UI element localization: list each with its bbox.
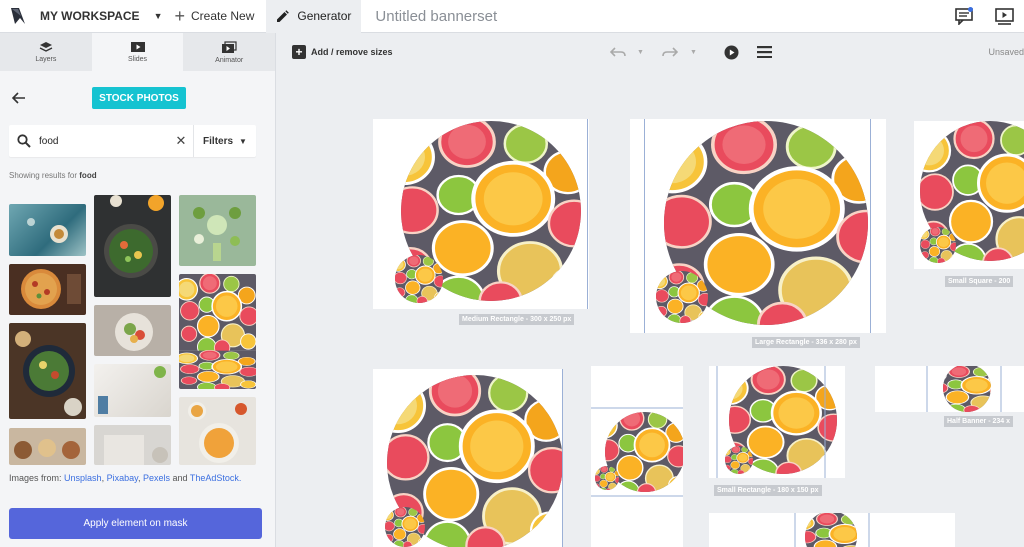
banner-leaderboard[interactable] [709, 513, 955, 547]
generator-label: Generator [297, 9, 352, 23]
logo-icon [11, 8, 25, 24]
banner-small-square[interactable] [914, 121, 1024, 269]
workspace-label: MY WORKSPACE [40, 9, 140, 23]
search-input[interactable]: food [39, 136, 169, 147]
redo-button[interactable] [662, 33, 678, 71]
add-box-icon: + [292, 45, 306, 59]
app-logo[interactable] [0, 0, 36, 33]
layers-icon [39, 42, 53, 52]
guide-line [644, 119, 645, 333]
menu-button[interactable] [757, 33, 772, 71]
results-term: food [79, 171, 97, 180]
banner-vertical[interactable] [591, 366, 683, 547]
banner-size-label: Half Banner - 234 x [944, 416, 1014, 427]
back-arrow-icon[interactable] [11, 91, 26, 109]
workspace-dropdown[interactable]: MY WORKSPACE ▼ [36, 0, 170, 33]
credits-prefix: Images from: [9, 473, 62, 483]
banner-medium-rectangle[interactable] [373, 119, 589, 309]
add-remove-sizes-button[interactable]: + Add / remove sizes [292, 45, 393, 59]
stock-photo-thumb[interactable] [179, 397, 256, 465]
stock-photo-thumb[interactable] [94, 305, 171, 356]
stock-header: STOCK PHOTOS [0, 71, 275, 121]
filters-label: Filters [203, 135, 234, 147]
canvas-toolbar: + Add / remove sizes ▼ ▼ Unsaved [276, 33, 1024, 71]
banner-canvas: Medium Rectangle - 300 x 250 px Large Re… [276, 71, 1024, 547]
results-prefix: Showing results for [9, 171, 78, 180]
banner-size-label: Small Rectangle - 180 x 150 px [714, 485, 822, 496]
search-icon [9, 134, 39, 148]
create-new-button[interactable]: + Create New [170, 0, 266, 33]
stock-photo-thumb[interactable] [94, 425, 171, 465]
filters-dropdown[interactable]: Filters ▼ [194, 136, 256, 147]
caret-down-icon: ▼ [239, 136, 247, 146]
tab-layers-label: Layers [35, 56, 57, 63]
undo-history-caret-icon[interactable]: ▼ [637, 33, 644, 71]
add-sizes-label: Add / remove sizes [311, 47, 393, 57]
caret-down-icon: ▼ [153, 11, 163, 21]
redo-icon [662, 47, 678, 57]
banner-large-rectangle[interactable] [630, 119, 886, 333]
slides-icon [130, 42, 145, 52]
stock-photo-thumb[interactable] [9, 204, 86, 256]
unsplash-link[interactable]: Unsplash [64, 473, 102, 483]
apply-element-on-mask-button[interactable]: Apply element on mask [9, 508, 262, 539]
tab-animator[interactable]: Animator [183, 33, 275, 71]
bannerset-title[interactable]: Untitled bannerset [375, 8, 497, 25]
play-icon [724, 45, 739, 59]
stock-photo-thumb[interactable] [94, 195, 171, 297]
results-caption: Showing results for food [9, 171, 97, 180]
tab-slides-label: Slides [127, 56, 148, 63]
undo-icon [610, 47, 626, 57]
create-new-label: Create New [191, 9, 255, 23]
pixabay-link[interactable]: Pixabay [107, 473, 138, 483]
banner-size-label: Large Rectangle - 336 x 280 px [752, 337, 860, 348]
preview-button[interactable] [984, 0, 1024, 33]
banner-half-banner[interactable] [875, 366, 1024, 412]
stock-photo-thumb[interactable] [9, 323, 86, 419]
guide-line [870, 119, 871, 333]
tab-layers[interactable]: Layers [0, 33, 92, 71]
stock-photo-thumb[interactable] [179, 195, 256, 266]
tab-animator-label: Animator [215, 56, 244, 64]
pexels-link[interactable]: Pexels [143, 473, 170, 483]
plus-icon: + [174, 6, 185, 26]
banner-size-label: Medium Rectangle - 300 x 250 px [459, 314, 575, 325]
stock-photo-thumb[interactable] [179, 274, 256, 389]
stock-photo-thumb[interactable] [9, 428, 86, 465]
redo-history-caret-icon[interactable]: ▼ [690, 33, 697, 71]
image-credits: Images from: Unsplash, Pixabay, Pexels a… [9, 473, 242, 483]
comments-button[interactable] [944, 0, 984, 33]
clear-search-icon[interactable]: ✕ [169, 133, 193, 149]
top-right-actions [944, 0, 1024, 33]
notification-dot [968, 7, 973, 12]
guide-line [587, 119, 588, 309]
top-bar: MY WORKSPACE ▼ + Create New Generator Un… [0, 0, 1024, 33]
banner-size-label: Small Square - 200 [945, 276, 1014, 287]
hamburger-menu-icon [757, 46, 772, 58]
search-bar: food ✕ Filters ▼ [9, 125, 256, 157]
play-button[interactable] [724, 33, 739, 71]
panel-tabs: Layers Slides Animator [0, 33, 275, 71]
banner-small-rectangle[interactable] [709, 366, 845, 478]
banner-large-square[interactable] [373, 369, 563, 547]
undo-button[interactable] [610, 33, 626, 71]
tab-slides[interactable]: Slides [91, 33, 184, 71]
stock-photo-thumb[interactable] [94, 364, 171, 417]
animator-icon [222, 40, 237, 53]
credits-and: and [172, 473, 188, 483]
theadstock-link[interactable]: TheAdStock. [190, 473, 242, 483]
preview-icon [994, 8, 1014, 25]
stock-photo-thumb[interactable] [9, 264, 86, 315]
stock-photos-button[interactable]: STOCK PHOTOS [92, 87, 186, 109]
pencil-icon [277, 9, 290, 22]
guide-line [562, 369, 563, 547]
left-panel: Layers Slides Animator STOCK PHOTOS food… [0, 33, 276, 547]
save-status: Unsaved [988, 47, 1024, 57]
generator-tab[interactable]: Generator [266, 0, 362, 33]
